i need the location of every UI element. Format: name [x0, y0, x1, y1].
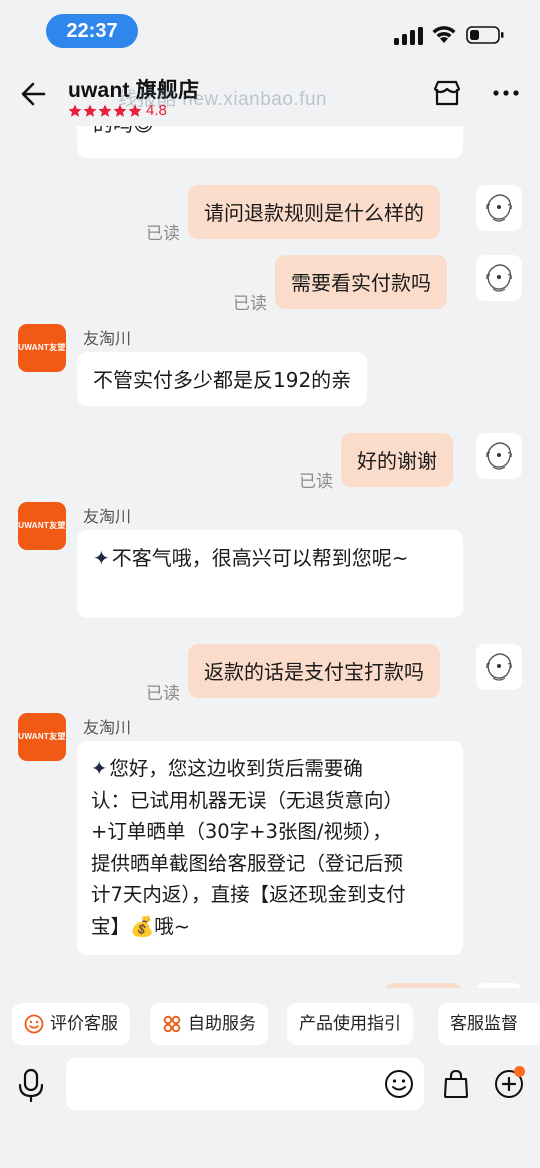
user-avatar-icon — [486, 442, 512, 470]
message-bubble-user: 请问退款规则是什么样的 — [188, 185, 440, 239]
message-line: 计7天内返），直接【返还现金到支付 — [91, 883, 406, 906]
user-avatar[interactable] — [476, 433, 522, 479]
quick-action-label: 评价客服 — [50, 1014, 118, 1034]
user-avatar-icon — [486, 653, 512, 681]
message-bubble-shop: ✦ 您好，您这边收到货后需要确 认：已试用机器无误（无退货意向） +订单晒单（30… — [77, 741, 463, 955]
message-text: 返款的话是支付宝打款吗 — [204, 660, 424, 684]
shopping-bag-icon[interactable] — [442, 1069, 470, 1099]
sender-name: 友淘川 — [83, 329, 132, 348]
smile-icon — [24, 1014, 44, 1034]
sparkle-icon: ✦ — [93, 546, 110, 570]
message-bubble-user: 好的谢谢 — [341, 433, 453, 487]
message-bubble-shop: ✦ 不客气哦，很高兴可以帮到您呢~ — [77, 530, 463, 618]
read-status: 已读 — [299, 472, 333, 492]
message-line: 提供晒单截图给客服登记（登记后预 — [91, 851, 404, 875]
sender-name: 友淘川 — [83, 718, 132, 737]
message-bubble-partial — [384, 983, 462, 988]
message-bubble-user: 返款的话是支付宝打款吗 — [188, 644, 440, 698]
shop-avatar[interactable]: UWANT友望 — [18, 324, 66, 372]
sender-name: 友淘川 — [83, 507, 132, 526]
read-status: 已读 — [146, 224, 180, 244]
quick-action-bar: 评价客服 自助服务 产品使用指引 客服监督 — [0, 998, 540, 1048]
message-text: 不客气哦，很高兴可以帮到您呢~ — [111, 546, 409, 570]
back-arrow-icon[interactable] — [18, 78, 50, 110]
message-input[interactable] — [66, 1058, 424, 1110]
shop-rating: 4.8 — [68, 102, 167, 119]
user-avatar[interactable] — [476, 644, 522, 690]
user-avatar[interactable] — [476, 983, 522, 988]
signal-icon — [394, 27, 423, 45]
notification-dot — [514, 1066, 525, 1077]
star-icon — [113, 104, 127, 117]
message-text: 好的谢谢 — [357, 449, 437, 473]
user-avatar-icon — [486, 194, 512, 222]
read-status: 已读 — [233, 294, 267, 314]
input-bar — [0, 1058, 540, 1120]
user-avatar[interactable] — [476, 185, 522, 231]
status-time: 22:37 — [46, 14, 138, 48]
read-status: 已读 — [146, 684, 180, 704]
message-list[interactable]: 的吗😊~ 已读 请问退款规则是什么样的 已读 需要看实付款吗 UWANT友望 友… — [0, 126, 540, 988]
quick-action-self-service[interactable]: 自助服务 — [150, 1003, 268, 1045]
microphone-icon[interactable] — [17, 1068, 45, 1102]
message-line: 您好，您这边收到货后需要确 — [109, 757, 363, 780]
message-text: 不管实付多少都是反192的亲 — [93, 368, 352, 392]
quick-action-product-guide[interactable]: 产品使用指引 — [287, 1003, 413, 1045]
rating-value: 4.8 — [146, 102, 167, 119]
message-line: 认：已试用机器无误（无退货意向） — [91, 788, 404, 812]
quick-action-label: 自助服务 — [188, 1014, 256, 1034]
user-avatar[interactable] — [476, 255, 522, 301]
message-bubble-user: 需要看实付款吗 — [275, 255, 447, 309]
quick-action-label: 产品使用指引 — [299, 1014, 401, 1034]
message-line: +订单晒单（30字+3张图/视频）， — [91, 820, 392, 843]
sparkle-icon: ✦ — [91, 757, 108, 780]
message-text: 的吗😊~ — [93, 126, 171, 136]
star-icon — [98, 104, 112, 117]
shop-avatar[interactable]: UWANT友望 — [18, 502, 66, 550]
quick-action-rate-service[interactable]: 评价客服 — [12, 1003, 130, 1045]
star-icon — [128, 104, 142, 117]
message-bubble-shop: 不管实付多少都是反192的亲 — [77, 352, 368, 406]
message-text: 请问退款规则是什么样的 — [204, 201, 424, 225]
message-line: 宝】💰哦~ — [91, 914, 191, 938]
store-icon[interactable] — [432, 78, 462, 108]
user-avatar-icon — [486, 264, 512, 292]
more-icon[interactable] — [490, 78, 522, 108]
shop-avatar[interactable]: UWANT友望 — [18, 713, 66, 761]
rating-stars — [68, 104, 142, 118]
grid-flower-icon — [163, 1015, 181, 1033]
star-icon — [83, 104, 97, 117]
wifi-icon — [432, 26, 456, 43]
emoji-icon[interactable] — [384, 1069, 414, 1099]
status-bar: 22:37 — [0, 0, 540, 64]
quick-action-label: 客服监督 — [450, 1014, 518, 1034]
quick-action-service-supervision[interactable]: 客服监督 — [438, 1003, 540, 1045]
chat-header: uwant 旗舰店 线报酷 new.xianbao.fun 4.8 — [0, 64, 540, 126]
message-text: 需要看实付款吗 — [291, 271, 431, 295]
star-icon — [68, 104, 82, 117]
message-bubble-partial: 的吗😊~ — [77, 126, 463, 158]
battery-icon — [466, 26, 504, 44]
